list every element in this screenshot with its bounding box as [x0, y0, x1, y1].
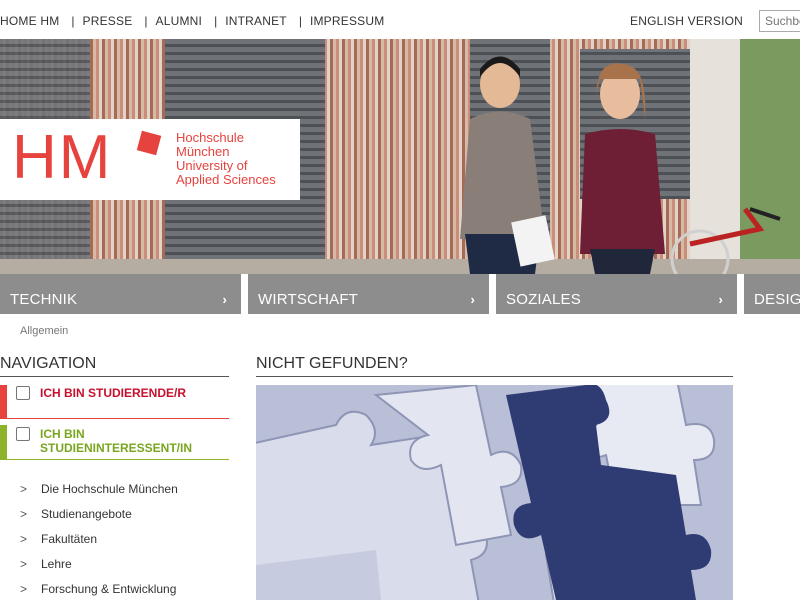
arrow-right-icon: > — [20, 531, 28, 546]
search-input[interactable] — [759, 10, 800, 32]
role-prospective-line: STUDIENINTERESSENT/IN — [40, 441, 193, 455]
english-version-link[interactable]: ENGLISH VERSION — [630, 14, 743, 28]
nav-item-label[interactable]: Fakultäten — [41, 532, 97, 546]
role-prospective-checkbox[interactable] — [16, 427, 30, 441]
arrow-right-icon: > — [20, 481, 28, 496]
nav-item-lehre[interactable]: > Lehre — [0, 551, 229, 576]
topnav-intranet-link[interactable]: INTRANET — [225, 14, 287, 28]
category-design[interactable]: DESIG — [744, 274, 800, 314]
category-label: WIRTSCHAFT — [258, 291, 359, 308]
hm-logo[interactable]: HM Hochschule München University of Appl… — [0, 119, 300, 200]
chevron-right-icon: › — [222, 292, 227, 307]
role-student[interactable]: ICH BIN STUDIERENDE/R — [0, 385, 229, 419]
topnav-separator: | — [71, 14, 75, 28]
category-bar: TECHNIK › WIRTSCHAFT › SOZIALES › DESIG — [0, 274, 800, 314]
puzzle-image — [256, 385, 733, 600]
logo-wordmark: Hochschule München University of Applied… — [176, 131, 276, 187]
role-accent-bar — [0, 425, 7, 459]
puzzle-illustration — [256, 385, 733, 600]
topnav-presse-link[interactable]: PRESSE — [83, 14, 133, 28]
navigation-list: > Die Hochschule München > Studienangebote… — [0, 476, 229, 600]
logo-line: Applied Sciences — [176, 172, 276, 187]
hero-image: HM Hochschule München University of Appl… — [0, 39, 800, 274]
nav-item-fakultaeten[interactable]: > Fakultäten — [0, 526, 229, 551]
topnav-impressum-link[interactable]: IMPRESSUM — [310, 14, 384, 28]
nav-item-studienangebote[interactable]: > Studienangebote — [0, 501, 229, 526]
top-bar: HOME HM | PRESSE | ALUMNI | INTRANET | IMPRE… — [0, 0, 800, 39]
role-student-checkbox[interactable] — [16, 386, 30, 400]
role-prospective[interactable]: ICH BIN STUDIENINTERESSENT/IN — [0, 425, 229, 460]
category-technik[interactable]: TECHNIK › — [0, 274, 241, 314]
nav-item-label[interactable]: Forschung & Entwicklung — [41, 582, 176, 596]
page-title: NICHT GEFUNDEN? — [256, 355, 733, 377]
category-label: TECHNIK — [10, 291, 78, 308]
logo-line: Hochschule — [176, 130, 244, 145]
category-wirtschaft[interactable]: WIRTSCHAFT › — [248, 274, 489, 314]
nav-item-label[interactable]: Lehre — [41, 557, 72, 571]
arrow-right-icon: > — [20, 581, 28, 596]
logo-line: University of — [176, 158, 248, 173]
topnav-alumni-link[interactable]: ALUMNI — [156, 14, 203, 28]
nav-item-forschung[interactable]: > Forschung & Entwicklung — [0, 576, 229, 600]
category-label: DESIG — [754, 291, 800, 308]
nav-item-label[interactable]: Die Hochschule München — [41, 482, 178, 496]
chevron-right-icon: › — [718, 292, 723, 307]
logo-line: München — [176, 144, 230, 159]
topnav-separator: | — [298, 14, 302, 28]
arrow-right-icon: > — [20, 506, 28, 521]
breadcrumb[interactable]: Allgemein — [20, 325, 68, 337]
top-navigation: HOME HM | PRESSE | ALUMNI | INTRANET | IMPRE… — [0, 14, 384, 28]
topnav-separator: | — [144, 14, 148, 28]
role-accent-bar — [0, 385, 7, 418]
role-prospective-label[interactable]: ICH BIN STUDIENINTERESSENT/IN — [40, 427, 192, 455]
category-soziales[interactable]: SOZIALES › — [496, 274, 737, 314]
role-prospective-line: ICH BIN — [40, 427, 85, 441]
arrow-right-icon: > — [20, 556, 28, 571]
nav-item-hochschule[interactable]: > Die Hochschule München — [0, 476, 229, 501]
chevron-right-icon: › — [470, 292, 475, 307]
topnav-home-link[interactable]: HOME HM — [0, 14, 59, 28]
role-student-label[interactable]: ICH BIN STUDIERENDE/R — [40, 386, 186, 400]
navigation-title: NAVIGATION — [0, 355, 229, 377]
topnav-separator: | — [214, 14, 218, 28]
category-label: SOZIALES — [506, 291, 581, 308]
logo-square-icon — [136, 130, 162, 156]
logo-mark: HM — [12, 123, 113, 192]
nav-item-label[interactable]: Studienangebote — [41, 507, 132, 521]
